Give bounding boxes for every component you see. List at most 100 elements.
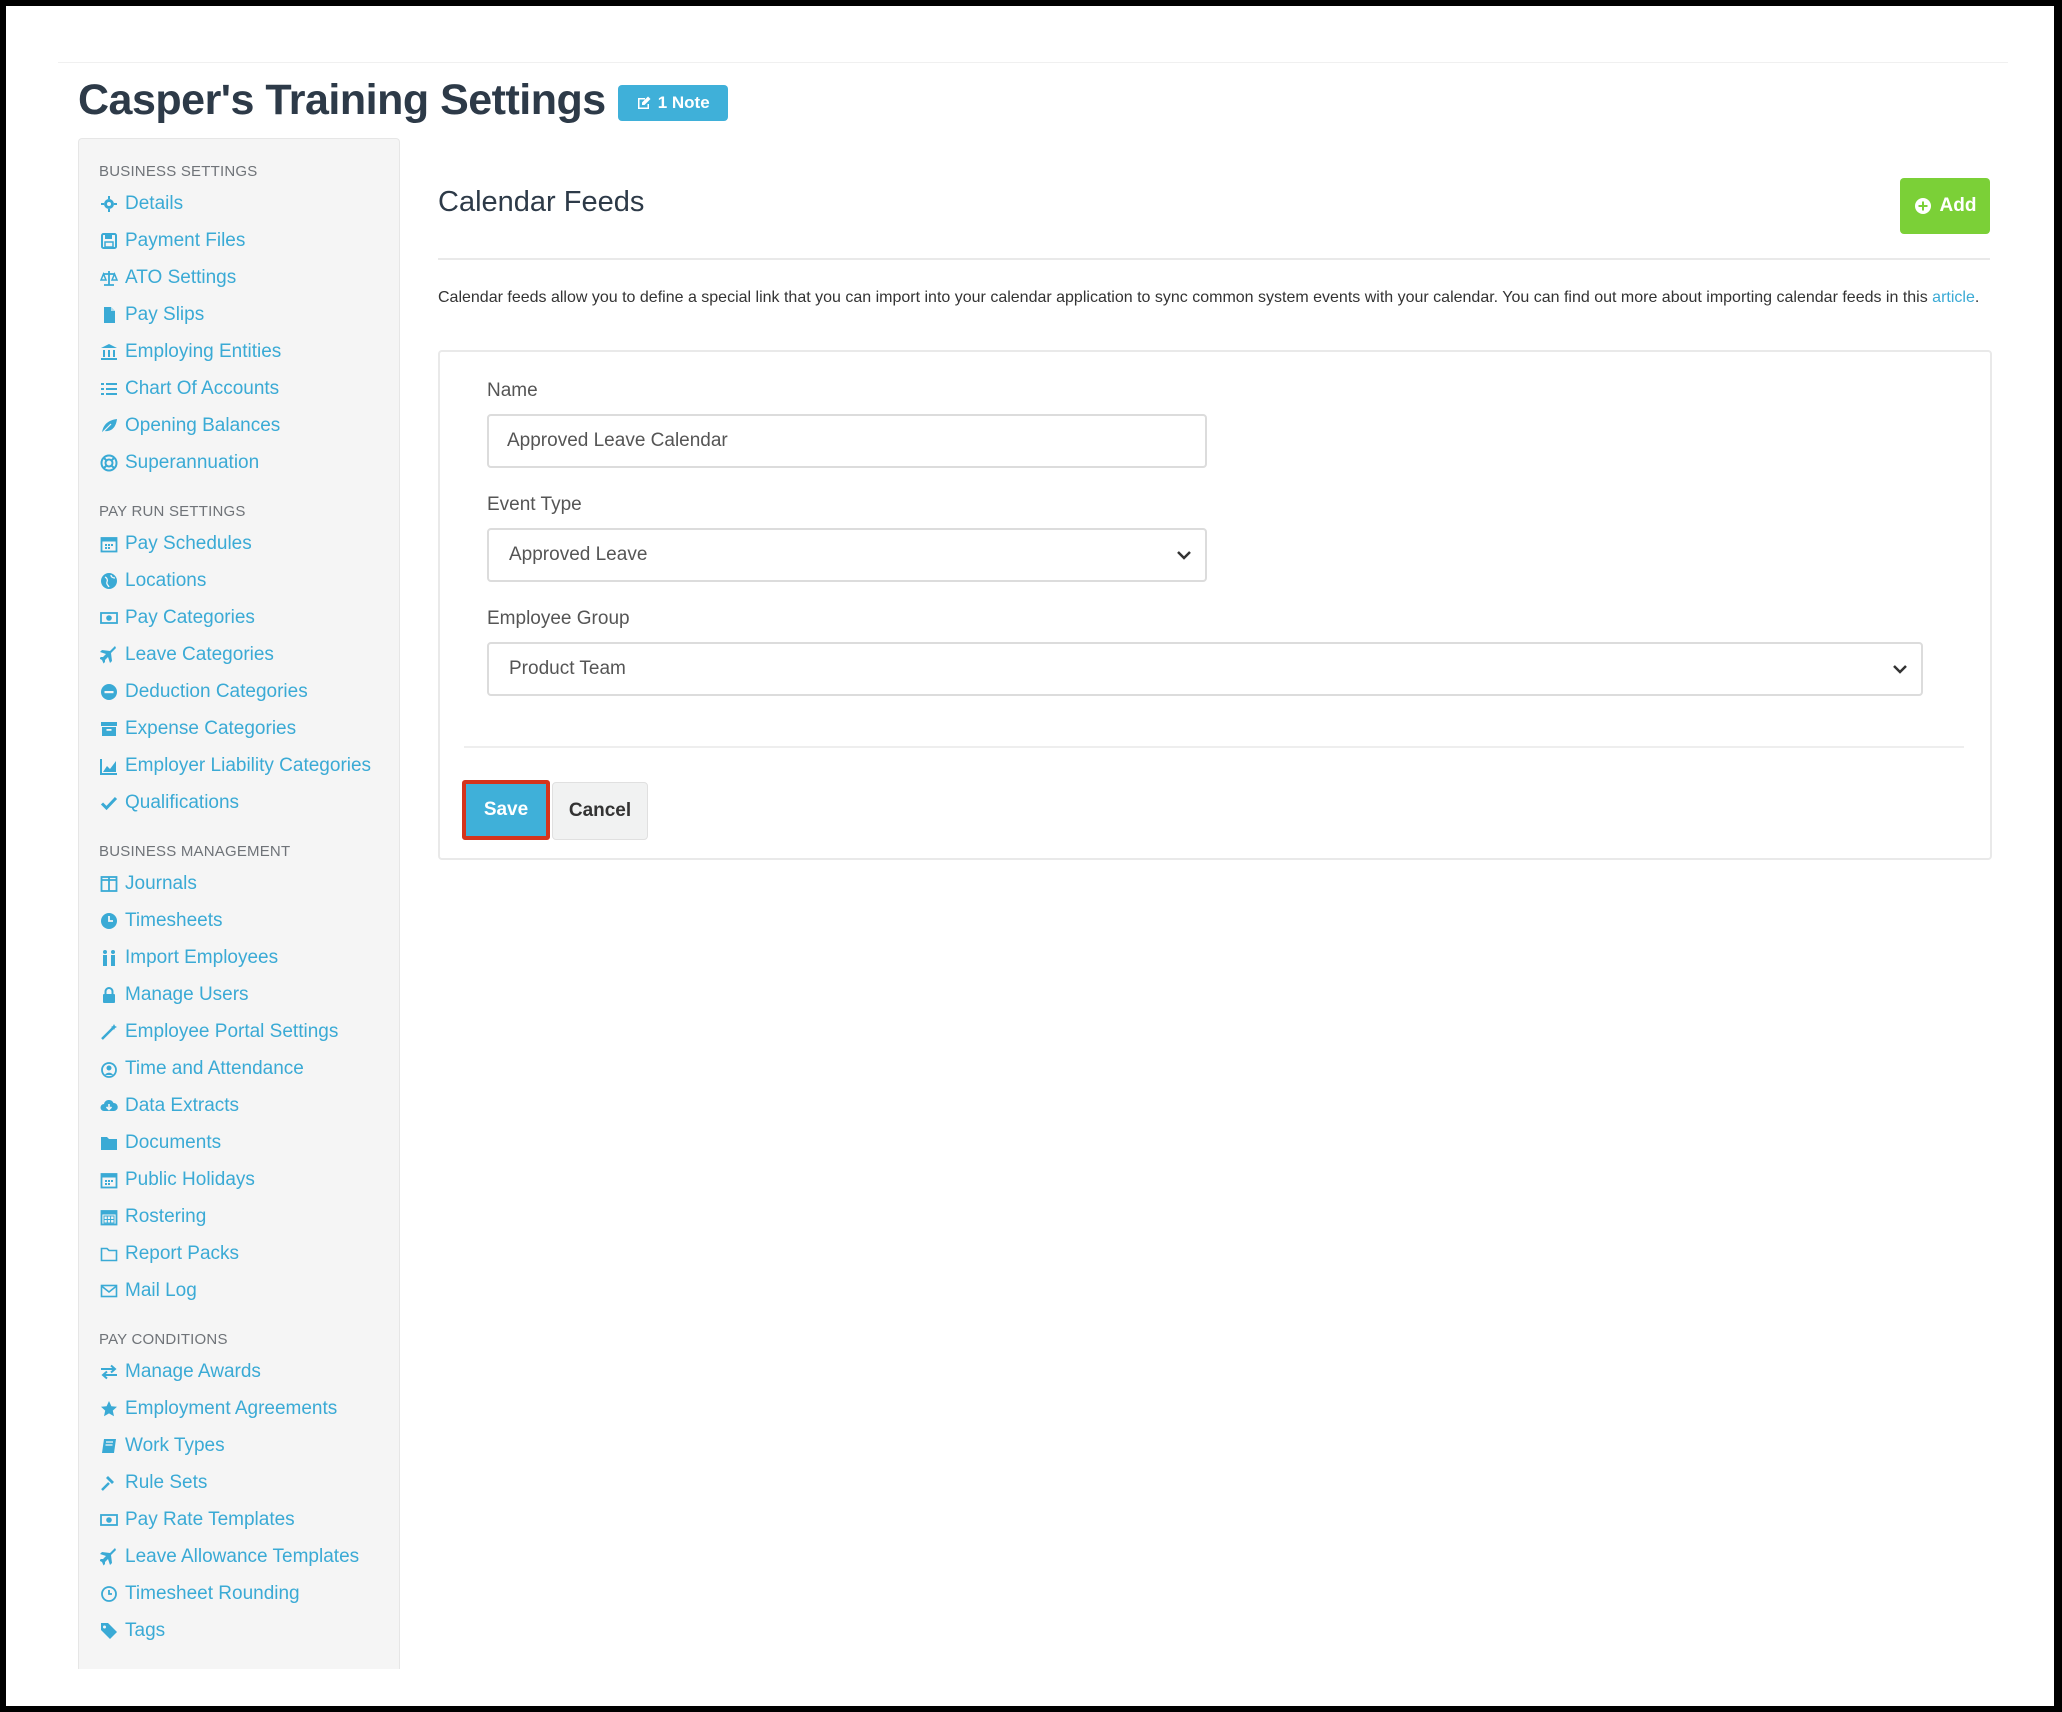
- sidebar-item-employer-liability-categories[interactable]: Employer Liability Categories: [99, 747, 399, 784]
- sidebar-item-pay-rate-templates[interactable]: Pay Rate Templates: [99, 1501, 399, 1538]
- sidebar-item-details[interactable]: Details: [99, 185, 399, 222]
- sidebar-item-locations[interactable]: Locations: [99, 562, 399, 599]
- section-title: Calendar Feeds: [438, 186, 645, 218]
- sidebar-item-leave-categories[interactable]: Leave Categories: [99, 636, 399, 673]
- sidebar-item-label: Qualifications: [125, 791, 240, 813]
- sidebar-item-expense-categories[interactable]: Expense Categories: [99, 710, 399, 747]
- sidebar-item-import-employees[interactable]: Import Employees: [99, 939, 399, 976]
- sidebar-item-deduction-categories[interactable]: Deduction Categories: [99, 673, 399, 710]
- sidebar-item-label: Pay Schedules: [125, 532, 252, 554]
- event-type-value: Approved Leave: [509, 544, 648, 565]
- form-divider: [464, 746, 1964, 748]
- sidebar-section-heading: BUSINESS MANAGEMENT: [99, 843, 291, 860]
- sidebar-item-timesheets[interactable]: Timesheets: [99, 902, 399, 939]
- save-button[interactable]: Save: [462, 780, 550, 840]
- sidebar-item-superannuation[interactable]: Superannuation: [99, 444, 399, 481]
- edit-icon: [637, 96, 651, 109]
- note-badge[interactable]: 1 Note: [617, 84, 728, 121]
- article-link[interactable]: article: [1932, 289, 1975, 306]
- note-badge-label: 1 Note: [657, 92, 710, 112]
- sidebar-item-manage-awards[interactable]: Manage Awards: [99, 1353, 399, 1390]
- clock-outline-icon: [99, 1584, 119, 1604]
- sidebar-item-public-holidays[interactable]: Public Holidays: [99, 1161, 399, 1198]
- settings-sidebar: BUSINESS SETTINGS Details Payment Files ATO…: [78, 138, 400, 1669]
- sidebar-item-label: Report Packs: [125, 1242, 240, 1264]
- sidebar-item-employee-portal-settings[interactable]: Employee Portal Settings: [99, 1013, 399, 1050]
- employee-group-label: Employee Group: [487, 608, 630, 629]
- sidebar-item-timesheet-rounding[interactable]: Timesheet Rounding: [99, 1575, 399, 1612]
- sidebar-item-label: Rule Sets: [125, 1471, 208, 1493]
- sidebar-item-payment-files[interactable]: Payment Files: [99, 222, 399, 259]
- calendar-feed-form: Name Approved Leave Calendar Event Type …: [438, 350, 1992, 860]
- sidebar-item-label: Payment Files: [125, 229, 246, 251]
- sidebar-item-ato-settings[interactable]: ATO Settings: [99, 259, 399, 296]
- sidebar-item-chart-of-accounts[interactable]: Chart Of Accounts: [99, 370, 399, 407]
- sidebar-item-label: Manage Awards: [125, 1360, 261, 1382]
- cancel-button[interactable]: Cancel: [552, 782, 648, 840]
- folder-outline-icon: [99, 1244, 119, 1264]
- chevron-down-icon: [1893, 665, 1907, 674]
- sidebar-item-label: Timesheet Rounding: [125, 1582, 300, 1604]
- sidebar-item-label: Manage Users: [125, 983, 249, 1005]
- sidebar-item-pay-schedules[interactable]: Pay Schedules: [99, 525, 399, 562]
- name-input[interactable]: Approved Leave Calendar: [487, 414, 1207, 468]
- sidebar-item-data-extracts[interactable]: Data Extracts: [99, 1087, 399, 1124]
- sidebar-item-opening-balances[interactable]: Opening Balances: [99, 407, 399, 444]
- check-icon: [99, 793, 119, 813]
- sidebar-section-heading: PAY CONDITIONS: [99, 1331, 228, 1348]
- sidebar-item-label: Leave Categories: [125, 643, 274, 665]
- user-clock-icon: [99, 1059, 119, 1079]
- sidebar-item-leave-allowance-templates[interactable]: Leave Allowance Templates: [99, 1538, 399, 1575]
- sidebar-item-label: Opening Balances: [125, 414, 281, 436]
- sidebar-item-label: Pay Slips: [125, 303, 205, 325]
- sidebar-item-label: Employing Entities: [125, 340, 282, 362]
- section-header: Calendar Feeds Add: [438, 138, 1990, 260]
- sidebar-item-rule-sets[interactable]: Rule Sets: [99, 1464, 399, 1501]
- sidebar-item-mail-log[interactable]: Mail Log: [99, 1272, 399, 1309]
- archive-icon: [99, 719, 119, 739]
- sidebar-item-manage-users[interactable]: Manage Users: [99, 976, 399, 1013]
- sidebar-item-time-and-attendance[interactable]: Time and Attendance: [99, 1050, 399, 1087]
- sidebar-item-employment-agreements[interactable]: Employment Agreements: [99, 1390, 399, 1427]
- sidebar-item-qualifications[interactable]: Qualifications: [99, 784, 399, 821]
- sidebar-item-label: Timesheets: [125, 909, 223, 931]
- sidebar-item-pay-slips[interactable]: Pay Slips: [99, 296, 399, 333]
- cloud-download-icon: [99, 1096, 119, 1116]
- name-input-value: Approved Leave Calendar: [507, 430, 728, 451]
- sidebar-item-work-types[interactable]: Work Types: [99, 1427, 399, 1464]
- calendar-icon: [99, 1170, 119, 1190]
- description: Calendar feeds allow you to define a spe…: [438, 286, 1990, 310]
- page-title: Casper's Training Settings: [78, 76, 606, 124]
- sidebar-item-report-packs[interactable]: Report Packs: [99, 1235, 399, 1272]
- book-icon: [99, 1436, 119, 1456]
- sidebar-item-label: Tags: [125, 1619, 166, 1641]
- sidebar-item-label: Public Holidays: [125, 1168, 255, 1190]
- add-button[interactable]: Add: [1900, 178, 1990, 234]
- sidebar-item-label: Rostering: [125, 1205, 207, 1227]
- sidebar-item-label: Expense Categories: [125, 717, 297, 739]
- star-icon: [99, 1399, 119, 1419]
- sidebar-item-label: Mail Log: [125, 1279, 197, 1301]
- plane-icon: [99, 1547, 119, 1567]
- people-icon: [99, 948, 119, 968]
- wand-icon: [99, 1022, 119, 1042]
- leaf-icon: [99, 416, 119, 436]
- sidebar-item-employing-entities[interactable]: Employing Entities: [99, 333, 399, 370]
- sidebar-section-heading: PAY RUN SETTINGS: [99, 503, 246, 520]
- sidebar-section-heading: BUSINESS SETTINGS: [99, 163, 258, 180]
- event-type-select[interactable]: Approved Leave: [487, 528, 1207, 582]
- sidebar-item-tags[interactable]: Tags: [99, 1612, 399, 1649]
- page-header: Casper's Training Settings 1 Note: [78, 76, 728, 125]
- folder-icon: [99, 1133, 119, 1153]
- sidebar-item-label: Data Extracts: [125, 1094, 240, 1116]
- sidebar-item-label: Locations: [125, 569, 207, 591]
- sidebar-item-label: Journals: [125, 872, 197, 894]
- chevron-down-icon: [1177, 551, 1191, 560]
- sidebar-item-documents[interactable]: Documents: [99, 1124, 399, 1161]
- list-icon: [99, 379, 119, 399]
- sidebar-item-pay-categories[interactable]: Pay Categories: [99, 599, 399, 636]
- file-icon: [99, 305, 119, 325]
- sidebar-item-journals[interactable]: Journals: [99, 865, 399, 902]
- employee-group-select[interactable]: Product Team: [487, 642, 1923, 696]
- sidebar-item-rostering[interactable]: Rostering: [99, 1198, 399, 1235]
